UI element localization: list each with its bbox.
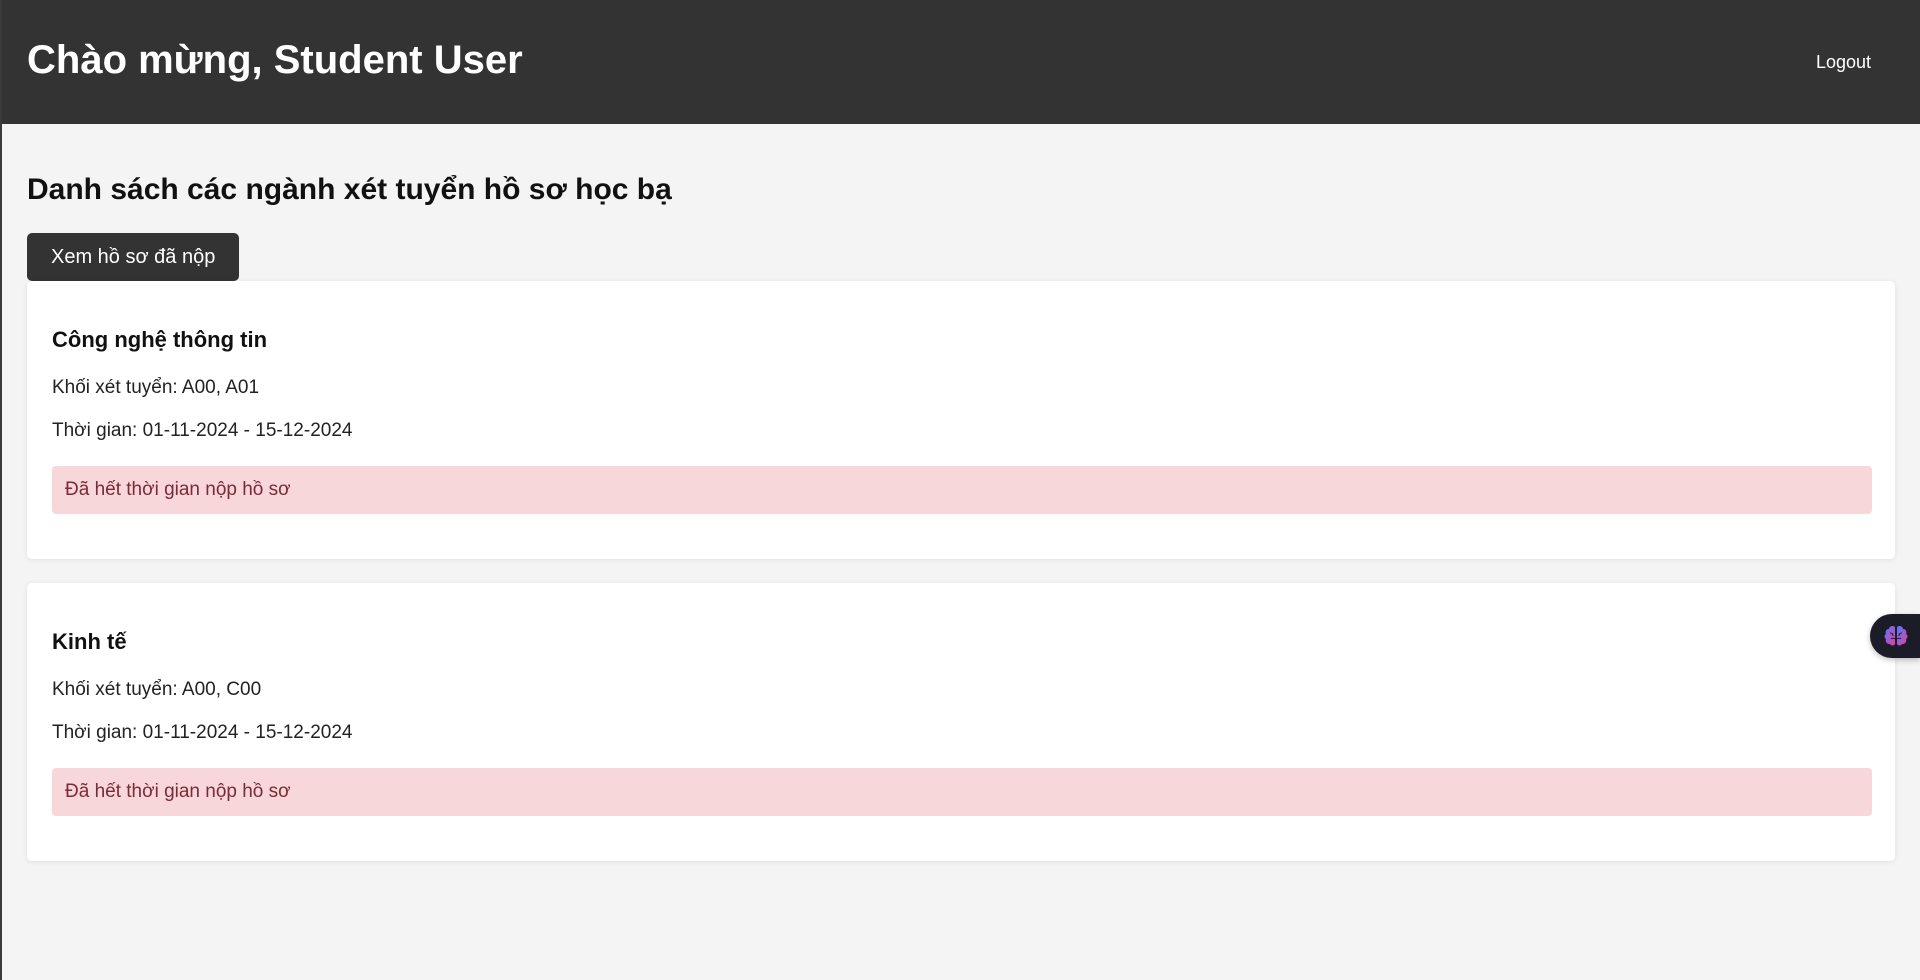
major-time: Thời gian: 01-11-2024 - 15-12-2024	[52, 420, 353, 441]
major-card-economics: Kinh tế Khối xét tuyển: A00, C00 Thời gi…	[27, 583, 1895, 861]
major-name: Kinh tế	[52, 629, 127, 654]
assistant-widget-button[interactable]	[1870, 614, 1920, 658]
brain-icon	[1884, 625, 1908, 646]
page-title: Danh sách các ngành xét tuyển hồ sơ học …	[27, 173, 672, 206]
deadline-passed-alert: Đã hết thời gian nộp hồ sơ	[52, 466, 1872, 514]
top-header: Chào mừng, Student User Logout	[2, 0, 1920, 124]
welcome-heading: Chào mừng, Student User	[27, 38, 523, 82]
major-name: Công nghệ thông tin	[52, 327, 268, 352]
window-edge	[0, 0, 2, 980]
view-submissions-button[interactable]: Xem hồ sơ đã nộp	[27, 233, 240, 281]
deadline-passed-alert: Đã hết thời gian nộp hồ sơ	[52, 768, 1872, 816]
major-time: Thời gian: 01-11-2024 - 15-12-2024	[52, 722, 353, 743]
page: Chào mừng, Student User Logout Danh sách…	[0, 0, 1920, 980]
major-card-it: Công nghệ thông tin Khối xét tuyển: A00,…	[27, 281, 1895, 559]
major-blocks: Khối xét tuyển: A00, C00	[52, 679, 262, 700]
logout-link[interactable]: Logout	[1816, 52, 1871, 73]
major-blocks: Khối xét tuyển: A00, A01	[52, 377, 260, 398]
